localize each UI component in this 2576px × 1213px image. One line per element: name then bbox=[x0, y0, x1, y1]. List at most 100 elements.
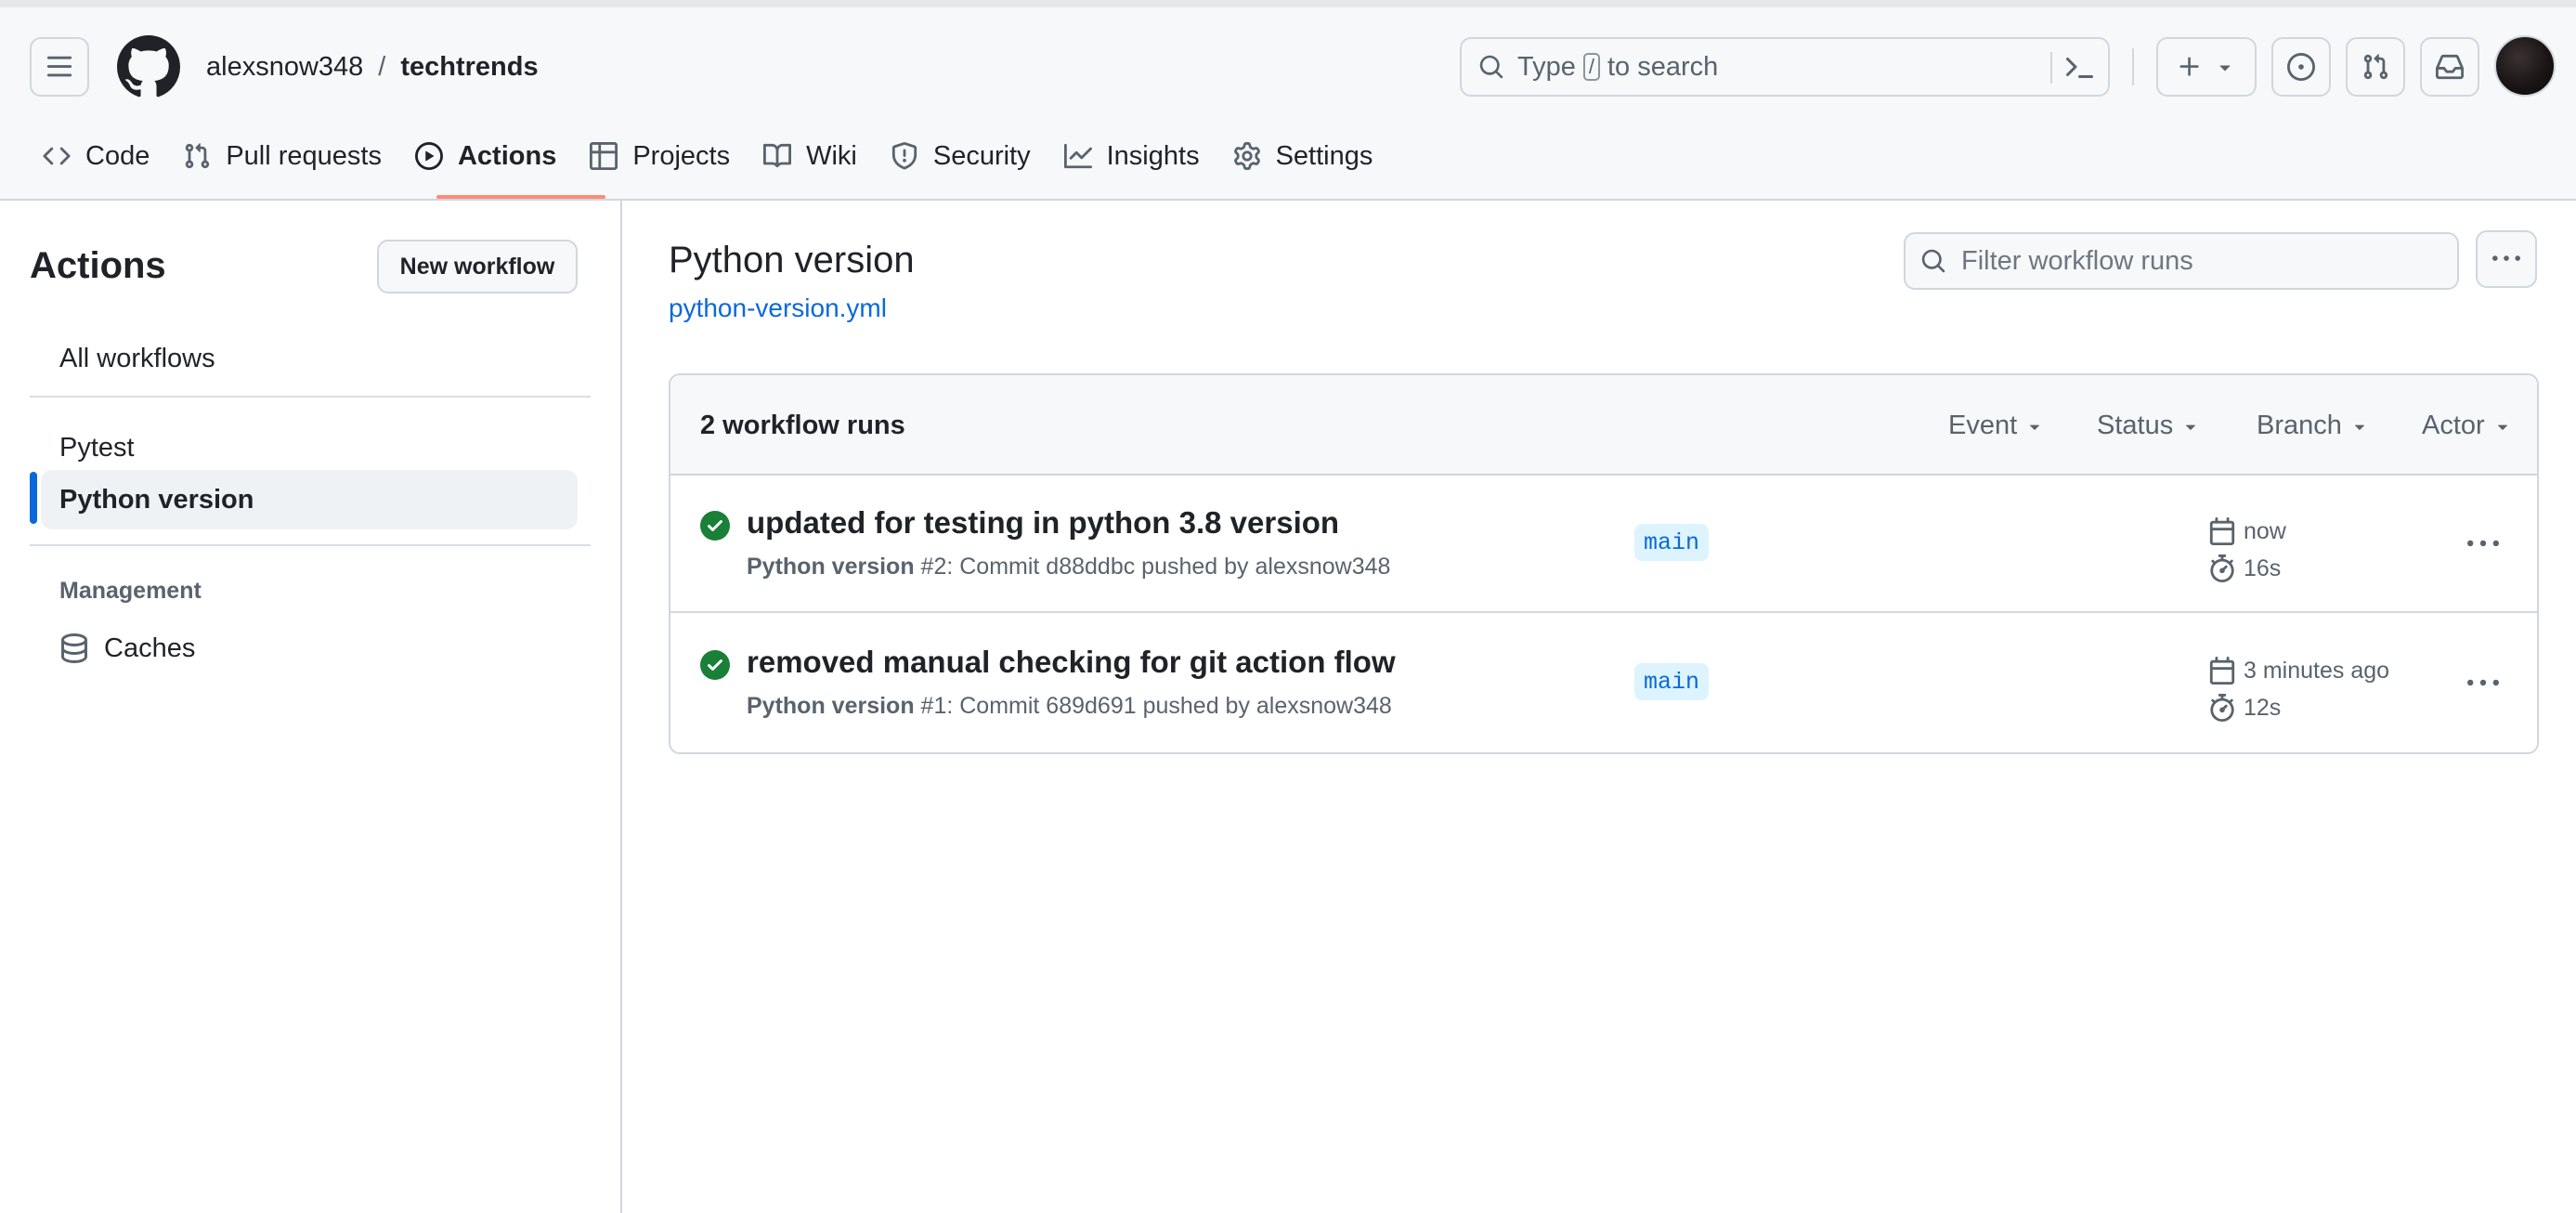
sidebar-divider bbox=[30, 396, 591, 398]
dropdown-label: Status bbox=[2097, 411, 2174, 440]
run-subtitle: Python version #2: Commit d88ddbc pushed… bbox=[747, 554, 1390, 580]
workflow-run-row[interactable]: removed manual checking for git action f… bbox=[670, 615, 2537, 752]
branch-filter-dropdown[interactable]: Branch bbox=[2257, 411, 2370, 441]
workflow-file-link[interactable]: python-version.yml bbox=[669, 293, 887, 323]
run-workflow-name: Python version bbox=[747, 693, 915, 719]
sidebar-item-label: Pytest bbox=[59, 432, 135, 463]
triangle-down-icon bbox=[2180, 416, 2201, 437]
run-detail: #2: Commit d88ddbc pushed by alexsnow348 bbox=[920, 554, 1391, 580]
sidebar-item-all-workflows[interactable]: All workflows bbox=[41, 329, 578, 388]
kebab-horizontal-icon bbox=[2492, 245, 2520, 273]
search-icon bbox=[1478, 54, 1504, 80]
branch-label[interactable]: main bbox=[1634, 663, 1710, 700]
tab-wiki-label: Wiki bbox=[806, 140, 857, 171]
git-pull-request-icon bbox=[183, 142, 211, 170]
search-divider bbox=[2050, 52, 2052, 84]
run-time: 3 minutes ago bbox=[2244, 657, 2390, 684]
github-logo-icon[interactable] bbox=[117, 35, 180, 98]
tab-actions-label: Actions bbox=[457, 140, 557, 171]
status-filter-dropdown[interactable]: Status bbox=[2097, 411, 2201, 441]
play-icon bbox=[414, 142, 443, 170]
workflow-runs-list: 2 workflow runs Event Status Branch Acto… bbox=[669, 373, 2539, 754]
kebab-horizontal-icon bbox=[2467, 668, 2499, 699]
gear-icon bbox=[1233, 142, 1261, 170]
shield-icon bbox=[891, 142, 918, 170]
tab-wiki[interactable]: Wiki bbox=[748, 130, 872, 182]
run-title-link[interactable]: removed manual checking for git action f… bbox=[747, 645, 1396, 680]
graph-icon bbox=[1063, 142, 1092, 170]
tab-actions[interactable]: Actions bbox=[400, 130, 571, 182]
user-avatar[interactable] bbox=[2494, 35, 2556, 97]
calendar-icon bbox=[2208, 517, 2244, 545]
tab-projects[interactable]: Projects bbox=[575, 130, 745, 182]
more-options-button[interactable] bbox=[2476, 230, 2537, 288]
stopwatch-icon bbox=[2208, 694, 2244, 722]
breadcrumb: alexsnow348 / techtrends bbox=[206, 48, 539, 85]
tab-pull-requests[interactable]: Pull requests bbox=[168, 130, 397, 182]
runs-list-header: 2 workflow runs Event Status Branch Acto… bbox=[670, 375, 2537, 476]
run-options-button[interactable] bbox=[2461, 528, 2505, 561]
inbox-icon bbox=[2436, 53, 2464, 81]
code-icon bbox=[43, 142, 71, 170]
breadcrumb-repo-link[interactable]: techtrends bbox=[400, 52, 538, 83]
actor-filter-dropdown[interactable]: Actor bbox=[2422, 411, 2513, 441]
dropdown-label: Branch bbox=[2257, 411, 2342, 440]
new-workflow-button[interactable]: New workflow bbox=[377, 240, 578, 293]
search-shortcut-key: / bbox=[1582, 53, 1600, 81]
run-workflow-name: Python version bbox=[747, 554, 915, 580]
sidebar-item-python-version[interactable]: Python version bbox=[41, 470, 578, 529]
run-meta: 3 minutes ago 12s bbox=[2208, 652, 2389, 726]
branch-label[interactable]: main bbox=[1634, 524, 1710, 561]
sidebar-divider bbox=[30, 544, 591, 546]
header-divider bbox=[2132, 48, 2134, 85]
table-icon bbox=[590, 142, 618, 170]
triangle-down-icon bbox=[2214, 56, 2236, 78]
run-time: now bbox=[2244, 517, 2286, 544]
kebab-horizontal-icon bbox=[2467, 528, 2499, 560]
create-new-button[interactable] bbox=[2156, 37, 2257, 97]
tab-settings-label: Settings bbox=[1275, 140, 1373, 171]
management-heading: Management bbox=[59, 578, 202, 604]
tab-security[interactable]: Security bbox=[876, 130, 1046, 182]
tab-security-label: Security bbox=[932, 140, 1031, 171]
breadcrumb-separator: / bbox=[378, 51, 386, 82]
run-options-button[interactable] bbox=[2461, 667, 2505, 700]
selected-indicator bbox=[30, 472, 37, 524]
filter-input[interactable] bbox=[1961, 245, 2426, 277]
active-tab-underline bbox=[436, 195, 605, 199]
top-border bbox=[0, 0, 2576, 7]
issues-button[interactable] bbox=[2271, 37, 2331, 97]
workflow-run-row[interactable]: updated for testing in python 3.8 versio… bbox=[670, 476, 2537, 613]
plus-icon bbox=[2177, 54, 2203, 80]
stopwatch-icon bbox=[2208, 554, 2244, 582]
command-palette-icon[interactable] bbox=[2065, 54, 2095, 84]
sidebar-item-pytest[interactable]: Pytest bbox=[41, 418, 578, 477]
tab-insights[interactable]: Insights bbox=[1049, 130, 1215, 182]
triangle-down-icon bbox=[2492, 416, 2513, 437]
global-search-input[interactable]: Type / to search bbox=[1460, 37, 2110, 97]
calendar-icon bbox=[2208, 657, 2244, 685]
breadcrumb-owner-link[interactable]: alexsnow348 bbox=[206, 52, 363, 83]
run-duration: 16s bbox=[2244, 554, 2282, 581]
tab-pull-requests-label: Pull requests bbox=[226, 140, 382, 171]
sidebar-item-label: Python version bbox=[59, 484, 254, 515]
hamburger-menu-button[interactable] bbox=[30, 37, 89, 97]
sidebar-item-caches[interactable]: Caches bbox=[41, 619, 578, 678]
search-icon bbox=[1920, 248, 1946, 274]
notifications-button[interactable] bbox=[2420, 37, 2479, 97]
run-meta: now 16s bbox=[2208, 513, 2286, 587]
actions-sidebar: Actions New workflow All workflows Pytes… bbox=[0, 201, 622, 1213]
repo-nav: Code Pull requests Actions Projects Wiki bbox=[28, 130, 1391, 182]
run-detail: #1: Commit 689d691 pushed by alexsnow348 bbox=[920, 693, 1392, 719]
hamburger-icon bbox=[46, 53, 73, 81]
sidebar-item-label: All workflows bbox=[59, 343, 215, 373]
dropdown-label: Actor bbox=[2422, 411, 2485, 440]
tab-settings[interactable]: Settings bbox=[1218, 130, 1388, 182]
tab-code-label: Code bbox=[85, 140, 150, 171]
run-title-link[interactable]: updated for testing in python 3.8 versio… bbox=[747, 505, 1339, 541]
event-filter-dropdown[interactable]: Event bbox=[1948, 411, 2045, 441]
search-suffix-text: to search bbox=[1607, 51, 1719, 82]
tab-code[interactable]: Code bbox=[28, 130, 164, 182]
pull-requests-button[interactable] bbox=[2346, 37, 2405, 97]
dropdown-label: Event bbox=[1948, 411, 2018, 440]
